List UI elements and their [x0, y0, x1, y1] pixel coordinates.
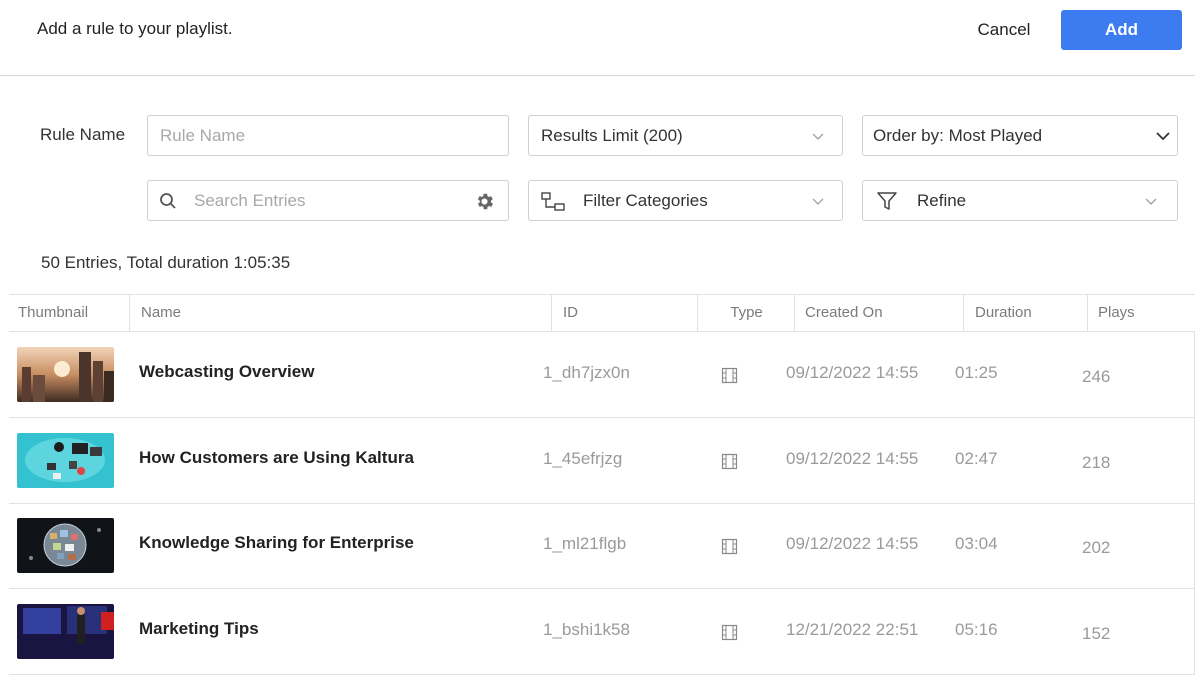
entry-id: 1_dh7jzx0n	[543, 363, 630, 382]
entry-id: 1_bshi1k58	[543, 620, 630, 639]
table-header: Thumbnail Name ID Type Created On Durati…	[9, 294, 1195, 332]
results-limit-value: Results Limit (200)	[541, 126, 683, 145]
order-by-value: Order by: Most Played	[873, 126, 1043, 145]
search-entries-input[interactable]	[182, 181, 462, 220]
table-row[interactable]: Webcasting Overview 1_dh7jzx0n 09/12/202…	[9, 332, 1195, 418]
chevron-down-icon	[812, 198, 824, 205]
entry-id: 1_45efrjzg	[543, 449, 623, 468]
rule-name-input[interactable]	[148, 116, 508, 155]
funnel-icon	[877, 192, 897, 210]
entry-plays: 246	[1082, 367, 1111, 386]
entry-thumbnail	[17, 518, 114, 573]
column-header-type[interactable]: Type	[697, 295, 795, 331]
cancel-button[interactable]: Cancel	[960, 10, 1048, 50]
filter-categories-select[interactable]: Filter Categories	[528, 180, 843, 221]
video-icon	[721, 453, 738, 470]
entry-duration: 03:04	[955, 534, 998, 553]
entry-thumbnail	[17, 347, 114, 402]
entry-plays: 218	[1082, 453, 1111, 472]
entry-id: 1_ml21flgb	[543, 534, 627, 553]
add-button[interactable]: Add	[1061, 10, 1182, 50]
entry-thumbnail	[17, 433, 114, 488]
video-icon	[721, 624, 738, 641]
table-row[interactable]: How Customers are Using Kaltura 1_45efrj…	[9, 418, 1195, 504]
column-header-duration[interactable]: Duration	[963, 295, 1032, 331]
video-icon	[721, 538, 738, 555]
column-header-created-on[interactable]: Created On	[794, 295, 883, 331]
results-limit-select[interactable]: Results Limit (200)	[528, 115, 843, 156]
dialog-header: Add a rule to your playlist. Cancel Add	[0, 0, 1195, 76]
entry-name[interactable]: How Customers are Using Kaltura	[139, 448, 414, 468]
entry-created-on: 09/12/2022 14:55	[786, 449, 919, 468]
video-icon	[721, 367, 738, 384]
filter-categories-label: Filter Categories	[583, 191, 708, 210]
table-row[interactable]: Marketing Tips 1_bshi1k58 12/21/2022 22:…	[9, 589, 1195, 675]
entry-name[interactable]: Webcasting Overview	[139, 362, 314, 382]
entry-plays: 202	[1082, 538, 1111, 557]
entry-duration: 05:16	[955, 620, 998, 639]
order-by-select[interactable]: Order by: Most Played	[862, 115, 1178, 156]
column-header-id[interactable]: ID	[551, 295, 578, 331]
entries-summary: 50 Entries, Total duration 1:05:35	[41, 253, 291, 272]
entry-created-on: 09/12/2022 14:55	[786, 534, 919, 553]
category-tree-icon	[541, 192, 565, 211]
refine-label: Refine	[917, 191, 967, 210]
dialog-title: Add a rule to your playlist.	[37, 19, 233, 38]
entry-created-on: 09/12/2022 14:55	[786, 363, 919, 382]
refine-select[interactable]: Refine	[862, 180, 1178, 221]
search-icon	[160, 193, 176, 209]
rule-name-field	[147, 115, 509, 156]
entry-duration: 02:47	[955, 449, 998, 468]
entry-name[interactable]: Knowledge Sharing for Enterprise	[139, 533, 414, 553]
column-header-plays[interactable]: Plays	[1087, 295, 1135, 331]
table-row[interactable]: Knowledge Sharing for Enterprise 1_ml21f…	[9, 503, 1195, 589]
column-header-thumbnail: Thumbnail	[18, 304, 89, 321]
chevron-down-icon	[1145, 198, 1157, 205]
search-entries-field	[147, 180, 509, 221]
gear-icon[interactable]	[474, 191, 495, 212]
entry-name[interactable]: Marketing Tips	[139, 619, 259, 639]
entry-created-on: 12/21/2022 22:51	[786, 620, 919, 639]
entry-duration: 01:25	[955, 363, 998, 382]
chevron-down-icon	[1156, 132, 1170, 141]
entry-plays: 152	[1082, 624, 1111, 643]
chevron-down-icon	[812, 133, 824, 140]
rule-name-label: Rule Name	[40, 125, 126, 144]
column-header-name[interactable]: Name	[129, 295, 181, 331]
